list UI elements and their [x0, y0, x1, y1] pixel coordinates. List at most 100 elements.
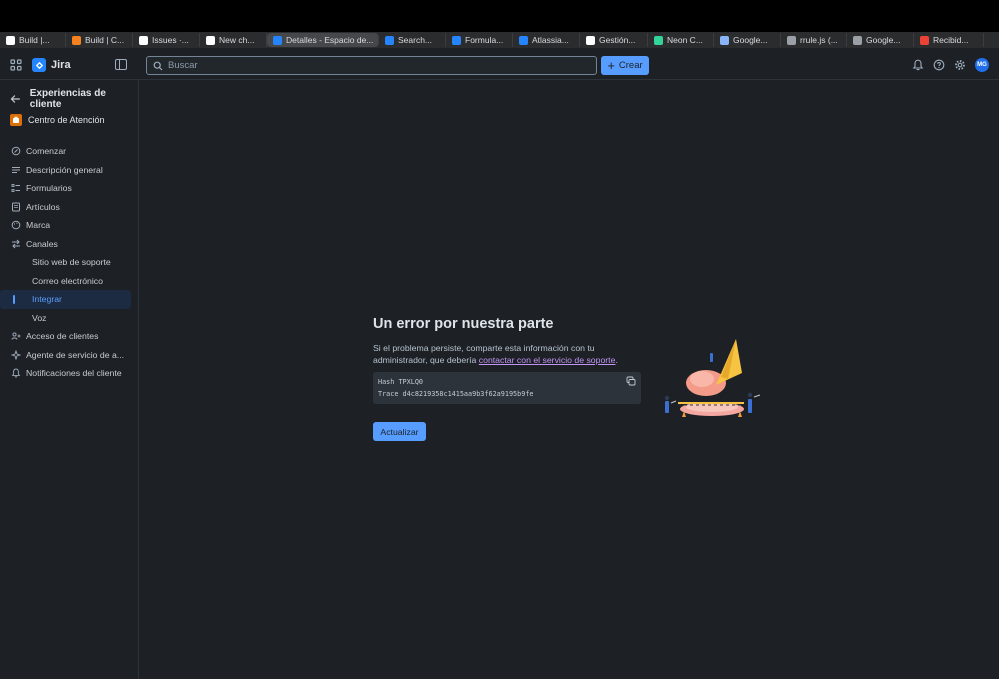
browser-tab-label: Build |... [19, 35, 50, 45]
sidebar-item-label: Voz [32, 312, 47, 323]
sidebar-item-label: Formularios [26, 183, 72, 194]
dropped-ice-cream-illustration [664, 339, 761, 417]
browser-tab-label: Issues ·... [152, 35, 189, 45]
jira-logo-icon [32, 58, 46, 72]
space-title: Experiencias de cliente [29, 88, 106, 110]
browser-tab-label: Neon C... [667, 35, 703, 45]
sidebar-item-label: Acceso de clientes [26, 331, 99, 342]
sidebar-item-integrar[interactable]: Integrar [0, 290, 131, 309]
project-name: Centro de Atención [28, 115, 105, 125]
product-name: Jira [51, 59, 71, 71]
browser-tab[interactable]: Gestión... [580, 33, 648, 47]
jira-icon [452, 35, 461, 45]
create-button-label: Crear [618, 60, 643, 71]
search-input[interactable] [168, 60, 568, 71]
browser-tab[interactable]: New ch... [200, 33, 267, 47]
sidebar-item-label: Agente de servicio de a... [26, 349, 125, 360]
sidebar-item-label: Sitio web de soporte [32, 257, 111, 268]
sidebar-item-label: Canales [26, 238, 58, 249]
project-header[interactable]: Centro de Atención [10, 114, 105, 126]
back-to-space[interactable]: Experiencias de cliente [10, 88, 138, 110]
sidebar-item-sitio-web[interactable]: Sitio web de soporte [0, 253, 139, 272]
browser-tab-label: Gestión... [599, 35, 636, 45]
arrow-left-icon[interactable] [10, 94, 21, 104]
settings-gear-icon[interactable] [954, 59, 966, 71]
gemini-icon [720, 35, 729, 45]
browser-tab[interactable]: Search... [379, 33, 446, 47]
sidebar-item-label: Comenzar [26, 146, 67, 157]
refresh-button[interactable]: Actualizar [373, 422, 426, 441]
error-details-box: Hash TPXLQ0 Trace d4c8219358c1415aa9b3f6… [373, 372, 641, 404]
browser-tab[interactable]: Build |... [0, 33, 66, 47]
trace-line: Trace d4c8219358c1415aa9b3f62a9195b9fe [378, 390, 534, 398]
notifications-bell-icon[interactable] [912, 59, 924, 71]
browser-tab-label: Google... [866, 35, 901, 45]
sidebar-item-comenzar[interactable]: Comenzar [0, 142, 139, 161]
browser-tab-label: Detalles - Espacio de... [286, 35, 374, 45]
bell-icon [11, 368, 21, 378]
cloud-icon [72, 35, 81, 45]
sidebar-item-acceso-clientes[interactable]: Acceso de clientes [0, 327, 139, 346]
sidebar-item-label: Marca [26, 220, 51, 231]
top-navigation: Jira + Crear MG [0, 48, 999, 80]
openai-icon [586, 35, 595, 45]
form-icon [11, 184, 20, 193]
browser-tab[interactable]: Recibid... [914, 33, 984, 47]
gmail-icon [920, 35, 929, 45]
browser-tab-bar: Build |... Build | C... Issues ·... New ch.… [0, 32, 999, 48]
browser-tab[interactable]: Google... [847, 33, 914, 47]
sidebar-item-correo[interactable]: Correo electrónico [0, 272, 139, 291]
sidebar-item-canales[interactable]: Canales [0, 235, 139, 254]
sidebar-item-agente-servicio[interactable]: Agente de servicio de a... [0, 346, 139, 365]
browser-tab-label: Build | C... [85, 35, 125, 45]
browser-tab[interactable]: Detalles - Espacio de... [267, 33, 379, 47]
build-icon [6, 35, 15, 45]
sidebar-item-voz[interactable]: Voz [0, 309, 139, 328]
github-icon [206, 35, 215, 45]
document-icon [12, 202, 20, 212]
browser-tab[interactable]: Atlassia... [513, 33, 580, 47]
atlassian-icon [519, 35, 528, 45]
plus-icon: + [607, 57, 615, 73]
sidebar-item-notificaciones[interactable]: Notificaciones del cliente [0, 364, 139, 383]
user-avatar[interactable]: MG [975, 58, 989, 72]
browser-tab[interactable]: Build | C... [66, 33, 133, 47]
browser-tab[interactable]: Neon C... [648, 33, 714, 47]
browser-tab[interactable]: Issues ·... [133, 33, 200, 47]
sidebar-item-descripcion-general[interactable]: Descripción general [0, 161, 139, 180]
sidebar-item-label: Descripción general [26, 164, 103, 175]
create-button[interactable]: + Crear [601, 56, 649, 75]
jira-icon [273, 35, 282, 45]
sidebar-item-formularios[interactable]: Formularios [0, 179, 139, 198]
hash-line: Hash TPXLQ0 [378, 378, 424, 386]
atlassian-icon [385, 35, 394, 45]
sidebar-item-label: Artículos [26, 201, 60, 212]
app-switcher-icon[interactable] [10, 59, 22, 71]
search-box[interactable] [146, 56, 597, 75]
help-icon[interactable] [933, 59, 945, 71]
sidebar-item-marca[interactable]: Marca [0, 216, 139, 235]
g-icon [853, 35, 862, 45]
window-top-bar [0, 0, 999, 32]
github-icon [139, 35, 148, 45]
list-icon [12, 166, 20, 173]
browser-tab-label: rrule.js (... [800, 35, 838, 45]
sidebar-item-label: Notificaciones del cliente [26, 368, 122, 379]
palette-icon [11, 220, 21, 230]
copy-icon[interactable] [626, 376, 636, 386]
agent-icon [11, 349, 21, 360]
contact-support-link[interactable]: contactar con el servicio de soporte [479, 355, 616, 365]
sidebar-menu: Comenzar Descripción general Formularios… [0, 142, 139, 383]
browser-tab-label: Atlassia... [532, 35, 569, 45]
browser-tab-label: New ch... [219, 35, 255, 45]
browser-tab[interactable]: Formula... [446, 33, 513, 47]
browser-tab-label: Search... [398, 35, 433, 45]
sidebar-toggle-icon[interactable] [115, 59, 127, 70]
channels-icon [12, 239, 20, 249]
sidebar-item-articulos[interactable]: Artículos [0, 198, 139, 217]
browser-tab[interactable]: Google... [714, 33, 781, 47]
jira-app: Jira + Crear MG [0, 48, 999, 679]
browser-tab[interactable]: rrule.js (... [781, 33, 847, 47]
browser-tab-label: Google... [733, 35, 768, 45]
jira-logo[interactable]: Jira [32, 58, 71, 72]
